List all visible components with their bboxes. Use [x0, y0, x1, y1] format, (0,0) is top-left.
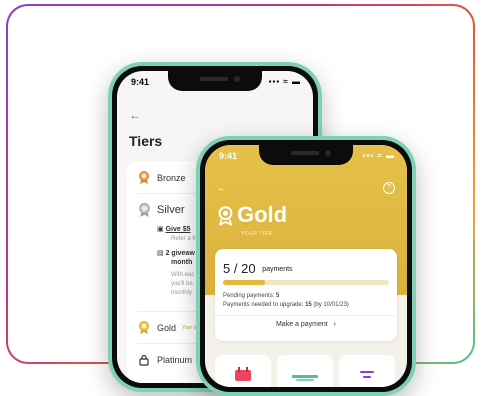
benefit-title: 2 giveaw: [165, 250, 195, 257]
benefit-giveaway: ▤ 2 giveaw: [157, 249, 195, 257]
tier-label: Gold: [157, 323, 177, 333]
make-payment-button[interactable]: Make a payment ›: [215, 321, 397, 328]
benefit-title-cont: month: [171, 259, 192, 266]
benefit-desc-line: monthly: [171, 290, 193, 296]
benefit-referral: ▣ Give $5: [157, 225, 191, 233]
benefit-desc-line: With eac: [171, 272, 195, 278]
progress-fill: [223, 280, 265, 285]
action-tile-card[interactable]: [277, 355, 333, 387]
card-stack-icon: [292, 367, 318, 386]
needed-payments-line: Payments needed to upgrade: 15 (by 10/01…: [223, 302, 349, 308]
tier-name: Gold: [237, 202, 288, 227]
help-icon[interactable]: ?: [383, 182, 395, 194]
status-time: 9:41: [219, 151, 238, 161]
pending-payments-line: Pending payments: 5: [223, 293, 279, 299]
needed-label: Payments needed to upgrade:: [223, 302, 304, 308]
silver-medal-icon: [137, 202, 151, 217]
status-time: 9:41: [131, 77, 150, 87]
benefit-desc: With eac you'll be monthly: [171, 271, 194, 298]
payments-done: 5: [223, 261, 231, 276]
filter-icon: [359, 367, 375, 386]
needed-value: 15: [305, 302, 312, 308]
benefit-title-2: month: [171, 259, 193, 266]
tier-label: Bronze: [157, 173, 186, 183]
gift-icon: ▤: [157, 250, 164, 257]
action-tile-calendar[interactable]: [215, 355, 271, 387]
phone-notch: [259, 145, 353, 165]
gold-tier-screen: 9:41 ▪▪▪ ≈ ▬ ← ? Gold YOUR TIER 5 / 20 p…: [205, 145, 407, 387]
calendar-icon: [234, 367, 252, 386]
action-tile-filter[interactable]: [339, 355, 395, 387]
pending-value: 5: [276, 293, 280, 299]
payments-count: 5 / 20 payments: [223, 261, 293, 276]
divider: [215, 315, 397, 316]
benefit-desc-line: you'll be: [171, 281, 193, 287]
payments-total: 20: [241, 261, 256, 276]
card-icon: ▣: [157, 226, 164, 233]
tier-label: Platinum: [157, 355, 193, 365]
benefit-title: Give $5: [165, 226, 191, 233]
payments-progress-bar: [223, 280, 389, 285]
phone-gold-tier: 9:41 ▪▪▪ ≈ ▬ ← ? Gold YOUR TIER 5 / 20 p…: [196, 136, 416, 396]
gold-medal-icon: [217, 206, 234, 231]
payments-label: payments: [262, 266, 293, 273]
needed-date: (by 10/01/23): [313, 302, 349, 308]
status-icons: ▪▪▪ ≈ ▬: [268, 77, 301, 86]
back-arrow-icon[interactable]: ←: [217, 183, 227, 194]
make-payment-label: Make a payment: [275, 321, 328, 328]
status-icons: ▪▪▪ ≈ ▬: [362, 151, 395, 160]
back-arrow-icon[interactable]: ←: [129, 108, 141, 122]
pending-label: Pending payments:: [223, 293, 275, 299]
lock-icon: [137, 353, 151, 367]
chevron-right-icon: ›: [333, 321, 337, 328]
gold-medal-icon: [137, 321, 151, 335]
payments-slash: /: [233, 261, 242, 276]
benefit-desc: Refer a fr: [171, 236, 197, 242]
tier-label: Silver: [157, 204, 185, 216]
bronze-medal-icon: [137, 171, 151, 185]
payments-card: 5 / 20 payments Pending payments: 5 Paym…: [215, 249, 397, 341]
your-tier-label: YOUR TIER: [241, 231, 273, 237]
phone-notch: [168, 71, 262, 91]
page-title: Tiers: [129, 133, 163, 149]
